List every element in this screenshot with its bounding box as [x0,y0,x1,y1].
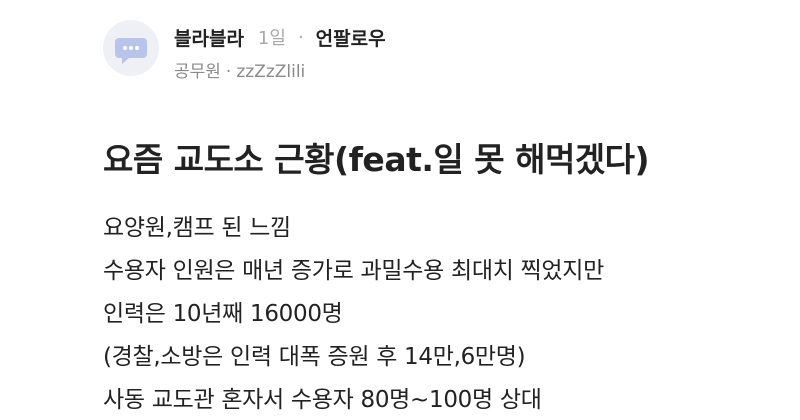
post-body: 요양원,캠프 된 느낌 수용자 인원은 매년 증가로 과밀수용 최대치 찍었지만… [103,207,793,420]
body-line: 인력은 10년째 16000명 [103,301,343,327]
post-time: 1일 [257,28,286,49]
author-name[interactable]: 블라블라 [174,24,244,51]
meta-separator: · [297,26,304,48]
post-title: 요즘 교도소 근황(feat.일 못 해먹겠다) [103,140,650,179]
author-row: 블라블라 1일 · 언팔로우 [174,23,386,51]
author-nickname: zzZzZlili [236,62,306,82]
body-line: 수용자 인원은 매년 증가로 과밀수용 최대치 찍었지만 [103,258,604,284]
post-header: 블라블라 1일 · 언팔로우 공무원 · zzZzZlili [103,20,386,83]
author-meta: 블라블라 1일 · 언팔로우 공무원 · zzZzZlili [174,20,386,83]
body-line: 요양원,캠프 된 느낌 [103,215,291,241]
avatar[interactable] [103,20,159,76]
unfollow-button[interactable]: 언팔로우 [316,24,386,51]
body-line: (경찰,소방은 인력 대폭 증원 후 14만,6만명) [103,344,526,370]
speech-bubble-icon [115,38,147,64]
company-separator: · [225,62,232,82]
author-company-row: 공무원 · zzZzZlili [174,57,386,82]
author-job[interactable]: 공무원 [174,62,221,82]
body-line: 사동 교도관 혼자서 수용자 80명~100명 상대 [103,387,542,413]
post-view: 블라블라 1일 · 언팔로우 공무원 · zzZzZlili 요즘 교도소 근황(f… [0,0,800,420]
